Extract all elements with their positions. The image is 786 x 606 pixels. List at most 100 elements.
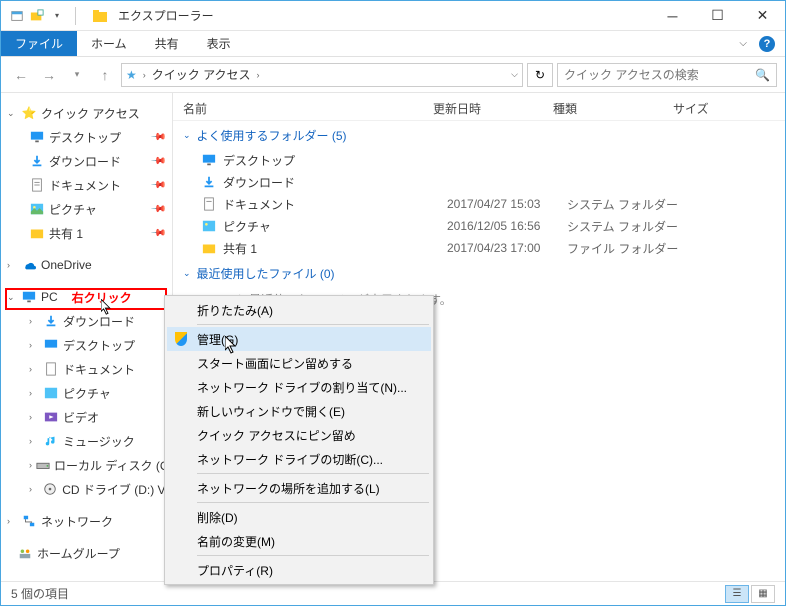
- cursor-icon: [101, 299, 115, 317]
- column-headers: 名前 更新日時 種類 サイズ: [173, 97, 785, 121]
- tab-share[interactable]: 共有: [141, 31, 193, 56]
- file-row-desktop[interactable]: デスクトップ: [173, 149, 785, 171]
- expand-icon[interactable]: ›: [29, 364, 39, 374]
- column-type[interactable]: 種類: [553, 100, 673, 117]
- sidebar-pc-cddrive[interactable]: › CD ドライブ (D:) Vir: [1, 477, 172, 501]
- expand-icon[interactable]: ›: [29, 436, 39, 446]
- group-frequent[interactable]: ⌄ よく使用するフォルダー (5): [173, 121, 785, 149]
- address-bar[interactable]: ★ › クイック アクセス › ⌵: [121, 63, 523, 87]
- minimize-button[interactable]: ─: [650, 1, 695, 31]
- sidebar-downloads[interactable]: ダウンロード 📌: [1, 149, 172, 173]
- expand-icon[interactable]: ›: [29, 340, 39, 350]
- sidebar-network[interactable]: › ネットワーク: [1, 509, 172, 533]
- file-row-documents[interactable]: ドキュメント 2017/04/27 15:03 システム フォルダー: [173, 193, 785, 215]
- expand-icon[interactable]: ›: [29, 412, 39, 422]
- collapse-icon[interactable]: ⌄: [183, 130, 191, 141]
- download-icon: [201, 174, 217, 190]
- picture-icon: [201, 218, 217, 234]
- expand-icon[interactable]: ›: [29, 484, 39, 494]
- tab-home[interactable]: ホーム: [77, 31, 141, 56]
- sidebar-pc-localdisk[interactable]: › ローカル ディスク (C:): [1, 453, 172, 477]
- window-title: エクスプローラー: [118, 7, 214, 24]
- expand-icon[interactable]: ›: [7, 516, 17, 526]
- file-tab[interactable]: ファイル: [1, 31, 77, 56]
- network-icon: [21, 513, 37, 529]
- column-name[interactable]: 名前: [183, 100, 433, 117]
- group-recent[interactable]: ⌄ 最近使用したファイル (0): [173, 259, 785, 287]
- sidebar-pc-downloads[interactable]: › ダウンロード: [1, 309, 172, 333]
- sidebar-pictures[interactable]: ピクチャ 📌: [1, 197, 172, 221]
- cloud-icon: [21, 257, 37, 273]
- sidebar-pc-documents[interactable]: › ドキュメント: [1, 357, 172, 381]
- recent-dropdown-icon[interactable]: ▾: [65, 63, 89, 87]
- breadcrumb-label[interactable]: クイック アクセス: [152, 66, 251, 83]
- forward-button[interactable]: →: [37, 63, 61, 87]
- titlebar: ▾ エクスプローラー ─ ☐ ✕: [1, 1, 785, 31]
- collapse-icon[interactable]: ⌄: [7, 292, 17, 303]
- up-button[interactable]: ↑: [93, 63, 117, 87]
- document-icon: [29, 177, 45, 193]
- thumbnails-view-button[interactable]: ▦: [751, 585, 775, 603]
- close-button[interactable]: ✕: [740, 1, 785, 31]
- sidebar-pc-videos[interactable]: › ビデオ: [1, 405, 172, 429]
- ribbon-collapse-icon[interactable]: ⌵: [739, 38, 747, 49]
- menu-manage[interactable]: 管理(G): [167, 327, 431, 351]
- menu-map-drive[interactable]: ネットワーク ドライブの割り当て(N)...: [167, 375, 431, 399]
- pin-icon: 📌: [149, 225, 166, 242]
- menu-disconnect[interactable]: ネットワーク ドライブの切断(C)...: [167, 447, 431, 471]
- file-row-pictures[interactable]: ピクチャ 2016/12/05 16:56 システム フォルダー: [173, 215, 785, 237]
- expand-icon[interactable]: ›: [29, 316, 39, 326]
- sidebar-documents[interactable]: ドキュメント 📌: [1, 173, 172, 197]
- file-row-share1[interactable]: 共有 1 2017/04/23 17:00 ファイル フォルダー: [173, 237, 785, 259]
- collapse-icon[interactable]: ⌄: [183, 268, 191, 279]
- column-size[interactable]: サイズ: [673, 100, 753, 117]
- download-icon: [29, 153, 45, 169]
- pin-icon: 📌: [149, 201, 166, 218]
- sidebar-quick-access[interactable]: ⌄ ⭐ クイック アクセス: [1, 101, 172, 125]
- sidebar-pc[interactable]: ⌄ PC 右クリック: [1, 285, 172, 309]
- menu-delete[interactable]: 削除(D): [167, 505, 431, 529]
- menu-add-location[interactable]: ネットワークの場所を追加する(L): [167, 476, 431, 500]
- back-button[interactable]: ←: [9, 63, 33, 87]
- expand-icon[interactable]: ›: [29, 388, 39, 398]
- search-box[interactable]: 🔍: [557, 63, 777, 87]
- expand-icon[interactable]: ›: [29, 460, 32, 470]
- menu-properties[interactable]: プロパティ(R): [167, 558, 431, 582]
- collapse-icon[interactable]: ⌄: [7, 108, 17, 119]
- monitor-icon: [29, 129, 45, 145]
- sidebar-pc-pictures[interactable]: › ピクチャ: [1, 381, 172, 405]
- menu-rename[interactable]: 名前の変更(M): [167, 529, 431, 553]
- expand-icon[interactable]: ›: [7, 260, 17, 270]
- chevron-right-icon[interactable]: ›: [143, 70, 146, 80]
- search-icon[interactable]: 🔍: [755, 68, 770, 82]
- menu-pin-start[interactable]: スタート画面にピン留めする: [167, 351, 431, 375]
- menu-collapse[interactable]: 折りたたみ(A): [167, 298, 431, 322]
- chevron-right-icon[interactable]: ›: [257, 70, 260, 80]
- help-icon[interactable]: ?: [759, 36, 775, 52]
- tab-view[interactable]: 表示: [193, 31, 245, 56]
- cd-icon: [43, 481, 59, 497]
- column-date[interactable]: 更新日時: [433, 100, 553, 117]
- sidebar-pc-desktop[interactable]: › デスクトップ: [1, 333, 172, 357]
- sidebar-onedrive[interactable]: › OneDrive: [1, 253, 172, 277]
- sidebar-pc-music[interactable]: › ミュージック: [1, 429, 172, 453]
- qat-dropdown-icon[interactable]: ▾: [49, 8, 65, 24]
- sidebar-desktop[interactable]: デスクトップ 📌: [1, 125, 172, 149]
- menu-pin-qa[interactable]: クイック アクセスにピン留め: [167, 423, 431, 447]
- sidebar-homegroup[interactable]: ホームグループ: [1, 541, 172, 565]
- properties-icon[interactable]: [9, 8, 25, 24]
- address-dropdown-icon[interactable]: ⌵: [511, 69, 518, 80]
- video-icon: [43, 409, 59, 425]
- ribbon-tabs: ファイル ホーム 共有 表示 ⌵ ?: [1, 31, 785, 57]
- refresh-button[interactable]: ↻: [527, 63, 553, 87]
- new-folder-icon[interactable]: [29, 8, 45, 24]
- folder-icon: [29, 225, 45, 241]
- music-icon: [43, 433, 59, 449]
- monitor-icon: [43, 337, 59, 353]
- menu-new-window[interactable]: 新しいウィンドウで開く(E): [167, 399, 431, 423]
- sidebar-share1[interactable]: 共有 1 📌: [1, 221, 172, 245]
- file-row-downloads[interactable]: ダウンロード: [173, 171, 785, 193]
- maximize-button[interactable]: ☐: [695, 1, 740, 31]
- details-view-button[interactable]: ☰: [725, 585, 749, 603]
- search-input[interactable]: [564, 68, 755, 82]
